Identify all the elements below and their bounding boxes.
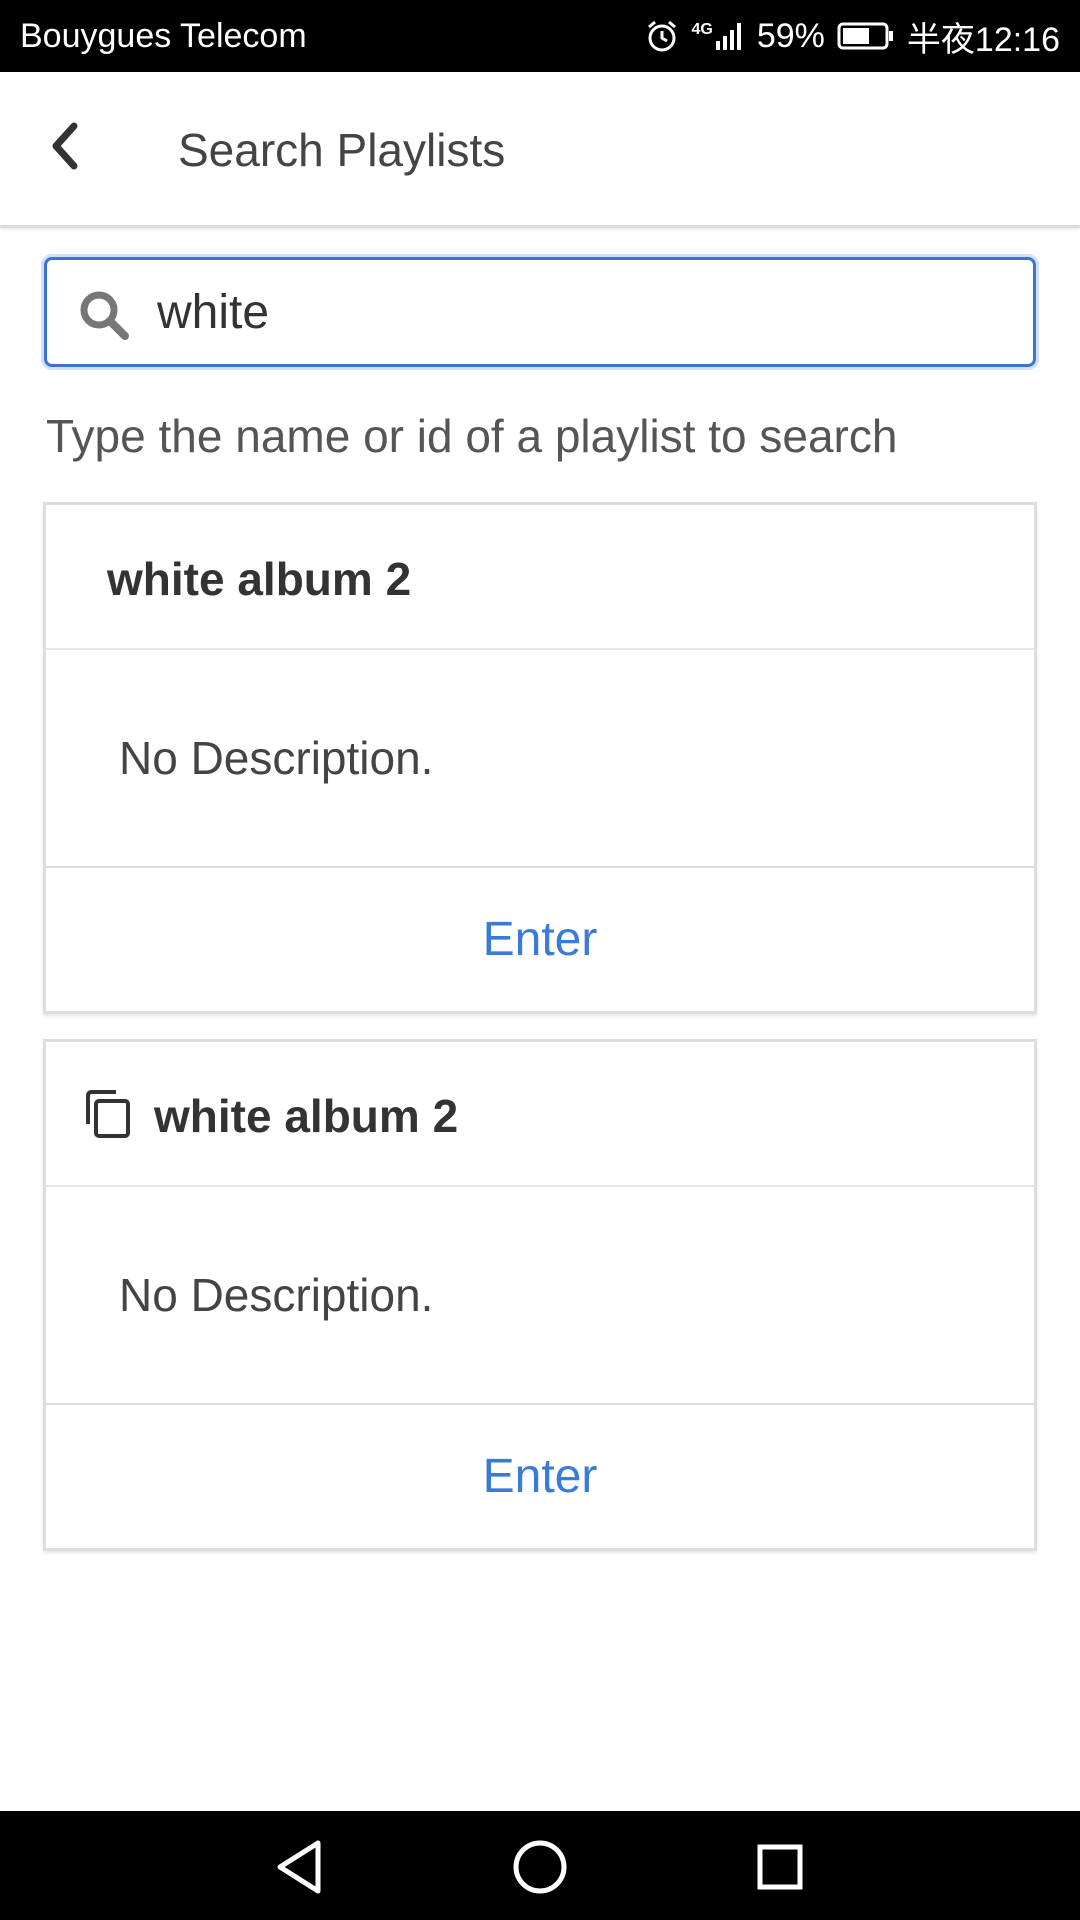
page-title: Search Playlists bbox=[178, 124, 506, 176]
search-box[interactable] bbox=[44, 257, 1036, 367]
back-button[interactable] bbox=[30, 112, 102, 184]
navigation-bar bbox=[0, 1811, 1080, 1920]
search-input[interactable] bbox=[157, 270, 1017, 354]
enter-button[interactable]: Enter bbox=[443, 892, 638, 987]
search-hint: Type the name or id of a playlist to sea… bbox=[46, 410, 898, 462]
chevron-left-icon bbox=[46, 121, 86, 176]
playlist-description: No Description. bbox=[119, 732, 434, 784]
card-body: No Description. bbox=[46, 650, 1034, 868]
battery-percent: 59% bbox=[756, 16, 825, 55]
card-footer: Enter bbox=[46, 1405, 1034, 1548]
playlist-description: No Description. bbox=[119, 1269, 434, 1321]
clock-label: 半夜12:16 bbox=[906, 20, 1060, 59]
card-footer: Enter bbox=[46, 868, 1034, 1011]
playlist-title: white album 2 bbox=[107, 553, 412, 605]
app-header: Search Playlists bbox=[0, 72, 1080, 228]
enter-button[interactable]: Enter bbox=[443, 1429, 638, 1524]
status-bar: Bouygues Telecom 4G 59% 半夜12:16 bbox=[0, 0, 1080, 72]
card-header: white album 2 bbox=[46, 1042, 1034, 1187]
network-type-label: 4G bbox=[691, 21, 713, 38]
signal-icon: 4G bbox=[692, 21, 745, 51]
copy-icon bbox=[82, 1088, 134, 1140]
playlist-title: white album 2 bbox=[154, 1090, 459, 1142]
status-indicators: 4G 59% 半夜12:16 bbox=[644, 12, 1060, 61]
search-icon bbox=[77, 288, 131, 342]
screen: Bouygues Telecom 4G 59% 半夜12:16 Search P… bbox=[0, 0, 1080, 1920]
alarm-icon bbox=[644, 18, 680, 54]
card-header: white album 2 bbox=[46, 505, 1034, 650]
battery-icon bbox=[837, 21, 895, 51]
back-triangle-icon[interactable] bbox=[268, 1835, 332, 1899]
recent-square-icon[interactable] bbox=[748, 1835, 812, 1899]
card-body: No Description. bbox=[46, 1187, 1034, 1405]
home-circle-icon[interactable] bbox=[508, 1835, 572, 1899]
carrier-label: Bouygues Telecom bbox=[20, 16, 307, 55]
playlist-card: white album 2 No Description. Enter bbox=[43, 1039, 1037, 1551]
playlist-card: white album 2 No Description. Enter bbox=[43, 502, 1037, 1014]
